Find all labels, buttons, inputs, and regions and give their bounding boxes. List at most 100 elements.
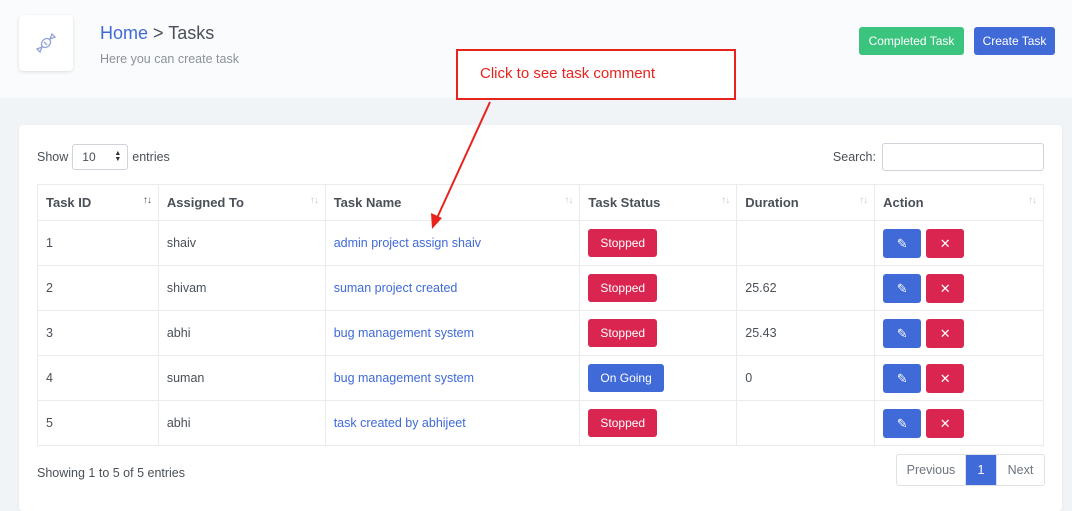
status-badge[interactable]: Stopped: [588, 409, 658, 437]
candy-icon: [35, 32, 57, 54]
task-id-cell: 3: [37, 310, 159, 356]
delete-button[interactable]: ✕: [926, 273, 965, 303]
column-header-task-status[interactable]: Task Status ↑↓: [579, 184, 738, 221]
task-status-cell: Stopped: [579, 265, 738, 311]
search-input[interactable]: [882, 143, 1044, 171]
task-status-cell: Stopped: [579, 400, 738, 446]
close-icon: ✕: [939, 280, 951, 296]
task-name-link[interactable]: admin project assign shaiv: [334, 236, 481, 250]
table-row: 2 shivam suman project created Stopped 2…: [37, 265, 1044, 311]
column-header-task-name[interactable]: Task Name ↑↓: [324, 184, 581, 221]
entries-select-value: 10: [82, 150, 96, 164]
select-arrows-icon: ▲ ▼: [114, 150, 122, 163]
pagination-next[interactable]: Next: [996, 455, 1044, 485]
breadcrumb-home-link[interactable]: Home: [100, 23, 148, 43]
task-id-cell: 4: [37, 355, 159, 401]
column-header-task-id[interactable]: Task ID ↑↓: [37, 184, 159, 221]
action-cell: ✎ ✕: [874, 310, 1044, 356]
action-cell: ✎ ✕: [874, 265, 1044, 311]
task-name-cell: task created by abhijeet: [324, 400, 581, 446]
task-name-link[interactable]: bug management system: [334, 371, 474, 385]
sort-icon: ↑↓: [1028, 195, 1037, 206]
sort-icon: ↑↓: [721, 195, 730, 206]
duration-cell: 25.43: [736, 310, 876, 356]
entries-length-control: Show 10 ▲ ▼ entries: [37, 144, 170, 170]
edit-icon: ✎: [896, 415, 908, 431]
entries-select[interactable]: 10 ▲ ▼: [72, 144, 129, 170]
task-id-cell: 5: [37, 400, 159, 446]
pagination-page-1[interactable]: 1: [966, 455, 996, 485]
show-label: Show: [37, 150, 69, 164]
edit-button[interactable]: ✎: [883, 318, 922, 348]
close-icon: ✕: [939, 415, 951, 431]
assigned-to-cell: shaiv: [157, 220, 326, 266]
completed-task-button[interactable]: Completed Task: [859, 27, 964, 55]
tasks-table: Task ID ↑↓ Assigned To ↑↓ Task Name ↑↓ Task…: [37, 184, 1044, 446]
pagination-previous[interactable]: Previous: [897, 455, 966, 485]
entries-label: entries: [132, 150, 170, 164]
delete-button[interactable]: ✕: [926, 228, 965, 258]
create-task-button[interactable]: Create Task: [974, 27, 1055, 55]
delete-button[interactable]: ✕: [926, 318, 965, 348]
table-header-row: Task ID ↑↓ Assigned To ↑↓ Task Name ↑↓ Task…: [37, 184, 1044, 221]
delete-button[interactable]: ✕: [926, 408, 965, 438]
annotation-callout: Click to see task comment: [456, 49, 736, 100]
column-header-action[interactable]: Action ↑↓: [874, 184, 1044, 221]
task-name-cell: bug management system: [324, 310, 581, 356]
edit-button[interactable]: ✎: [883, 273, 922, 303]
edit-icon: ✎: [896, 370, 908, 386]
task-status-cell: Stopped: [579, 220, 738, 266]
sort-icon: ↑↓: [564, 195, 573, 206]
edit-icon: ✎: [896, 325, 908, 341]
task-name-cell: suman project created: [324, 265, 581, 311]
status-badge[interactable]: Stopped: [588, 229, 658, 257]
close-icon: ✕: [939, 235, 951, 251]
task-name-cell: admin project assign shaiv: [324, 220, 581, 266]
status-badge[interactable]: Stopped: [588, 319, 658, 347]
task-status-cell: Stopped: [579, 310, 738, 356]
delete-button[interactable]: ✕: [926, 363, 965, 393]
task-status-cell: On Going: [579, 355, 738, 401]
action-cell: ✎ ✕: [874, 220, 1044, 266]
task-id-cell: 1: [37, 220, 159, 266]
action-cell: ✎ ✕: [874, 355, 1044, 401]
table-row: 5 abhi task created by abhijeet Stopped …: [37, 400, 1044, 446]
task-name-link[interactable]: suman project created: [334, 281, 458, 295]
edit-button[interactable]: ✎: [883, 408, 922, 438]
duration-cell: 25.62: [736, 265, 876, 311]
sort-icon: ↑↓: [142, 195, 152, 206]
page-icon-box: [19, 15, 73, 71]
edit-button[interactable]: ✎: [883, 228, 922, 258]
search-label: Search:: [832, 150, 876, 164]
table-row: 1 shaiv admin project assign shaiv Stopp…: [37, 220, 1044, 266]
edit-button[interactable]: ✎: [883, 363, 922, 393]
assigned-to-cell: abhi: [157, 310, 326, 356]
breadcrumb: Home > Tasks: [100, 23, 214, 44]
assigned-to-cell: suman: [157, 355, 326, 401]
task-id-cell: 2: [37, 265, 159, 311]
action-cell: ✎ ✕: [874, 400, 1044, 446]
breadcrumb-separator: >: [153, 23, 164, 43]
column-header-duration[interactable]: Duration ↑↓: [736, 184, 876, 221]
sort-icon: ↑↓: [859, 195, 868, 206]
breadcrumb-current: Tasks: [168, 23, 215, 43]
task-name-link[interactable]: bug management system: [334, 326, 474, 340]
close-icon: ✕: [939, 370, 951, 386]
edit-icon: ✎: [896, 235, 908, 251]
assigned-to-cell: shivam: [157, 265, 326, 311]
task-name-cell: bug management system: [324, 355, 581, 401]
table-row: 3 abhi bug management system Stopped 25.…: [37, 310, 1044, 356]
status-badge[interactable]: On Going: [588, 364, 664, 392]
status-badge[interactable]: Stopped: [588, 274, 658, 302]
duration-cell: [736, 400, 876, 446]
table-row: 4 suman bug management system On Going 0…: [37, 355, 1044, 401]
edit-icon: ✎: [896, 280, 908, 296]
search-control: Search:: [833, 143, 1044, 171]
tasks-card: Show 10 ▲ ▼ entries Search: Task ID ↑↓ Ass…: [19, 125, 1062, 511]
close-icon: ✕: [939, 325, 951, 341]
column-header-assigned-to[interactable]: Assigned To ↑↓: [157, 184, 326, 221]
pagination: Previous 1 Next: [896, 454, 1045, 486]
sort-icon: ↑↓: [309, 195, 319, 206]
task-name-link[interactable]: task created by abhijeet: [334, 416, 466, 430]
duration-cell: [736, 220, 876, 266]
